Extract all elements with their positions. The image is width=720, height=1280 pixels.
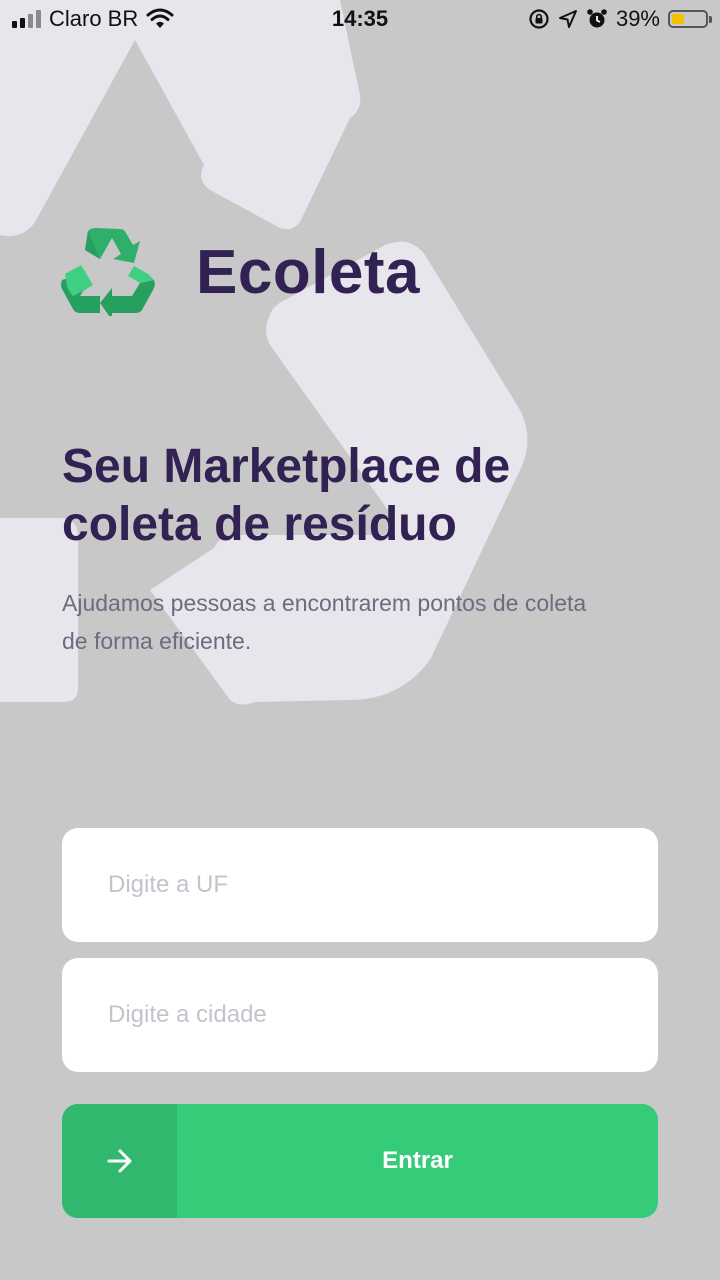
location-icon: [558, 10, 577, 28]
home-screen: Claro BR 14:35 39% Ecoleta Seu Marketpla…: [0, 0, 720, 1280]
enter-button[interactable]: Entrar: [62, 1104, 658, 1218]
battery-icon: [668, 10, 712, 28]
city-input[interactable]: [62, 958, 658, 1072]
battery-percent: 39%: [615, 6, 660, 31]
app-name: Ecoleta: [196, 237, 421, 307]
enter-icon-box: [62, 1104, 177, 1218]
status-bar-right: 39%: [528, 6, 712, 32]
battery-level: [672, 14, 685, 24]
uf-input[interactable]: [62, 828, 658, 942]
app-logo: Ecoleta: [60, 228, 420, 316]
orientation-lock-icon: [529, 9, 549, 29]
alarm-icon: [587, 9, 607, 28]
status-bar: Claro BR 14:35 39%: [0, 0, 720, 40]
hero-description: Ajudamos pessoas a encontrarem pontos de…: [62, 590, 587, 654]
hero-title: Seu Marketplace de coleta de resíduo: [62, 440, 511, 551]
recycle-icon: [61, 228, 155, 316]
arrow-right-icon: [107, 1149, 131, 1173]
enter-button-label: Entrar: [382, 1147, 453, 1174]
